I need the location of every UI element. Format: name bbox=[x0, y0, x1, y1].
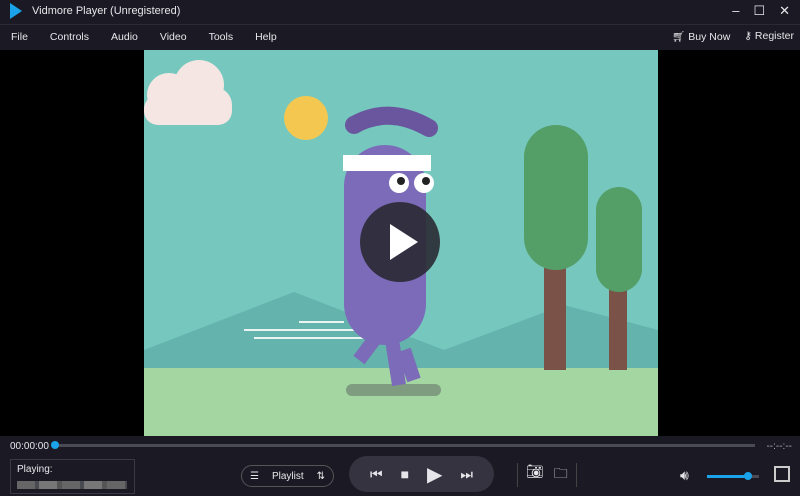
video-area[interactable] bbox=[0, 50, 800, 436]
buy-now-button[interactable]: 🛒︎ Buy Now bbox=[672, 30, 730, 43]
window-title: Vidmore Player (Unregistered) bbox=[32, 5, 181, 17]
fullscreen-icon[interactable] bbox=[774, 466, 790, 482]
play-icon[interactable]: ▶ bbox=[427, 462, 442, 487]
now-playing-panel: Playing: bbox=[10, 459, 135, 494]
next-icon[interactable]: ⏭︎ bbox=[460, 466, 473, 483]
video-frame bbox=[144, 50, 658, 436]
playing-label: Playing: bbox=[17, 464, 53, 475]
maximize-icon[interactable]: ☐ bbox=[753, 3, 765, 19]
playlist-label: Playlist bbox=[271, 470, 304, 482]
open-folder-icon[interactable]: 🗀 bbox=[554, 463, 568, 487]
buy-now-label: Buy Now bbox=[688, 31, 731, 43]
menu-bar: File Controls Audio Video Tools Help 🛒︎ … bbox=[0, 24, 800, 48]
blurred-filename bbox=[17, 481, 127, 489]
play-overlay-button bbox=[360, 202, 440, 282]
playback-controls: ⏮︎ ■ ▶ ⏭︎ bbox=[349, 456, 494, 492]
sun bbox=[284, 96, 328, 140]
list-icon: ☰ bbox=[250, 470, 259, 482]
snapshot-camera-icon[interactable]: 📷︎ bbox=[526, 463, 544, 487]
menu-audio[interactable]: Audio bbox=[100, 31, 149, 43]
register-button[interactable]: ⚷ Register bbox=[744, 30, 794, 43]
seek-track[interactable] bbox=[55, 444, 755, 447]
menu-controls[interactable]: Controls bbox=[39, 31, 100, 43]
menu-file[interactable]: File bbox=[0, 31, 39, 43]
seek-handle[interactable] bbox=[51, 441, 59, 449]
menu-help[interactable]: Help bbox=[244, 31, 288, 43]
previous-icon[interactable]: ⏮︎ bbox=[370, 466, 383, 483]
menu-tools[interactable]: Tools bbox=[198, 31, 245, 43]
close-icon[interactable]: ✕ bbox=[779, 3, 790, 19]
total-time: --:--:-- bbox=[766, 440, 792, 452]
cart-icon: 🛒︎ bbox=[672, 31, 689, 43]
minimize-icon[interactable]: – bbox=[732, 3, 739, 19]
volume-icon[interactable]: 🔊︎ bbox=[680, 467, 689, 484]
progress-bar[interactable]: 00:00:00 --:--:-- bbox=[0, 436, 800, 456]
register-label: Register bbox=[754, 30, 794, 42]
title-bar: Vidmore Player (Unregistered) – ☐ ✕ bbox=[0, 0, 800, 22]
current-time: 00:00:00 bbox=[10, 440, 49, 452]
key-icon: ⚷ bbox=[744, 30, 755, 42]
sort-icon[interactable]: ⇅ bbox=[317, 471, 325, 482]
playlist-button[interactable]: ☰ Playlist ⇅ bbox=[241, 465, 334, 487]
volume-handle[interactable] bbox=[744, 472, 752, 480]
app-logo-icon bbox=[10, 3, 22, 19]
menu-video[interactable]: Video bbox=[149, 31, 198, 43]
stop-icon[interactable]: ■ bbox=[401, 466, 409, 482]
